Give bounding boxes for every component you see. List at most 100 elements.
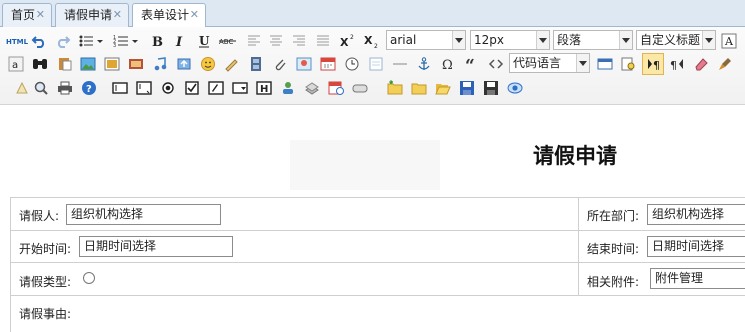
folder-icon[interactable] [409, 78, 429, 98]
find-replace-icon[interactable] [30, 54, 50, 74]
attachment-upload-icon[interactable] [174, 54, 194, 74]
paragraph-select[interactable]: 段落 [553, 30, 633, 50]
svg-text:¶: ¶ [653, 59, 660, 72]
scrawl-icon[interactable] [222, 54, 242, 74]
ltr-direction-icon[interactable]: ¶ [642, 53, 664, 75]
font-color-icon[interactable]: A [719, 31, 739, 51]
tab-leave-request[interactable]: 请假申请 ✕ [55, 3, 129, 27]
save-as-icon[interactable] [481, 78, 501, 98]
button-field-icon[interactable] [350, 78, 370, 98]
select-all-icon[interactable] [12, 78, 32, 98]
datetime-select-icon[interactable] [326, 78, 346, 98]
preview-icon[interactable] [619, 54, 639, 74]
tab-home[interactable]: 首页 ✕ [2, 3, 52, 27]
table-icon[interactable] [595, 54, 615, 74]
text-field-icon[interactable] [110, 78, 130, 98]
org-select-icon[interactable] [278, 78, 298, 98]
rtl-direction-icon[interactable]: ¶ [667, 54, 687, 74]
table-border [10, 197, 745, 198]
code-language-value: 代码语言 [513, 56, 562, 70]
form-preview-icon[interactable] [505, 78, 525, 98]
page-title: 请假申请 [533, 143, 617, 168]
data-dictionary-icon[interactable] [302, 78, 322, 98]
superscript-icon[interactable]: X2 [338, 31, 358, 51]
search-icon[interactable] [31, 78, 51, 98]
leave-type-radio[interactable] [83, 272, 95, 284]
special-char-icon[interactable]: Ω [438, 54, 458, 74]
help-icon[interactable]: ? [79, 78, 99, 98]
end-time-label: 结束时间: [587, 242, 640, 256]
map-icon[interactable] [294, 54, 314, 74]
html-source-icon[interactable]: HTML [6, 31, 28, 51]
undo-icon[interactable] [29, 31, 49, 51]
template-icon[interactable] [366, 54, 386, 74]
redo-icon[interactable] [53, 31, 73, 51]
close-icon[interactable]: ✕ [113, 4, 122, 26]
save-icon[interactable] [457, 78, 477, 98]
svg-text:X: X [340, 36, 349, 49]
emoticon-icon[interactable] [198, 54, 218, 74]
close-icon[interactable]: ✕ [36, 4, 45, 26]
insert-image-icon[interactable] [102, 54, 122, 74]
svg-text:¶: ¶ [670, 59, 677, 72]
align-center-icon[interactable] [266, 31, 286, 51]
eraser-icon[interactable] [691, 54, 711, 74]
open-folder-icon[interactable] [433, 78, 453, 98]
custom-title-select[interactable]: 自定义标题 [636, 30, 716, 50]
radio-icon[interactable] [158, 78, 178, 98]
custom-title-value: 自定义标题 [640, 33, 701, 47]
editor-toolbar: HTML 123 B I U ABC X2 X2 arial 12px 段落 自… [0, 27, 745, 105]
applicant-org-select[interactable]: 组织机构选择 [66, 204, 221, 225]
music-icon[interactable] [150, 54, 170, 74]
svg-text:a: a [12, 60, 18, 71]
align-right-icon[interactable] [289, 31, 309, 51]
quote-icon[interactable]: “ [462, 54, 482, 74]
anchor-icon[interactable] [414, 54, 434, 74]
attachment-manager-field[interactable]: 附件管理 [650, 268, 745, 289]
svg-text:B: B [152, 35, 163, 49]
video-icon[interactable] [126, 54, 146, 74]
font-size-select[interactable]: 12px [470, 30, 550, 50]
paste-icon[interactable] [55, 54, 75, 74]
start-datetime-select[interactable]: 日期时间选择 [79, 236, 233, 257]
attachment-icon[interactable] [270, 54, 290, 74]
chevron-down-icon [536, 31, 549, 49]
table-border [10, 295, 745, 296]
font-background-icon[interactable]: a [6, 54, 26, 74]
start-time-label: 开始时间: [19, 242, 72, 256]
tab-form-design[interactable]: 表单设计 ✕ [132, 3, 206, 28]
bold-icon[interactable]: B [147, 31, 167, 51]
tab-form-design-label: 表单设计 [141, 8, 190, 22]
department-org-select[interactable]: 组织机构选择 [647, 204, 745, 225]
calendar-icon[interactable] [318, 54, 338, 74]
chevron-down-icon [452, 31, 465, 49]
hidden-field-icon[interactable]: H [254, 78, 274, 98]
image-icon[interactable] [78, 54, 98, 74]
ordered-list-icon[interactable]: 123 [113, 31, 139, 51]
tab-leave-request-label: 请假申请 [64, 8, 113, 22]
font-family-select[interactable]: arial [386, 30, 466, 50]
film-icon[interactable] [246, 54, 266, 74]
end-datetime-select[interactable]: 日期时间选择 [647, 236, 745, 257]
format-brush-icon[interactable] [715, 54, 735, 74]
strikethrough-icon[interactable]: ABC [218, 31, 238, 51]
unordered-list-icon[interactable] [78, 31, 104, 51]
subscript-icon[interactable]: X2 [362, 31, 382, 51]
align-justify-icon[interactable] [313, 31, 333, 51]
close-icon[interactable]: ✕ [190, 4, 199, 26]
clock-icon[interactable] [342, 54, 362, 74]
align-left-icon[interactable] [244, 31, 264, 51]
print-icon[interactable] [55, 78, 75, 98]
add-folder-icon[interactable] [385, 78, 405, 98]
checkbox-icon[interactable] [182, 78, 202, 98]
svg-text:U: U [199, 34, 210, 48]
horizontal-rule-icon[interactable] [390, 54, 410, 74]
font-size-value: 12px [474, 33, 504, 47]
code-icon[interactable] [486, 54, 506, 74]
underline-icon[interactable]: U [194, 31, 214, 51]
code-language-select[interactable]: 代码语言 [509, 53, 590, 73]
textarea-icon[interactable] [134, 78, 154, 98]
select-field-icon[interactable] [230, 78, 250, 98]
italic-icon[interactable]: I [170, 31, 190, 51]
list-field-icon[interactable] [206, 78, 226, 98]
